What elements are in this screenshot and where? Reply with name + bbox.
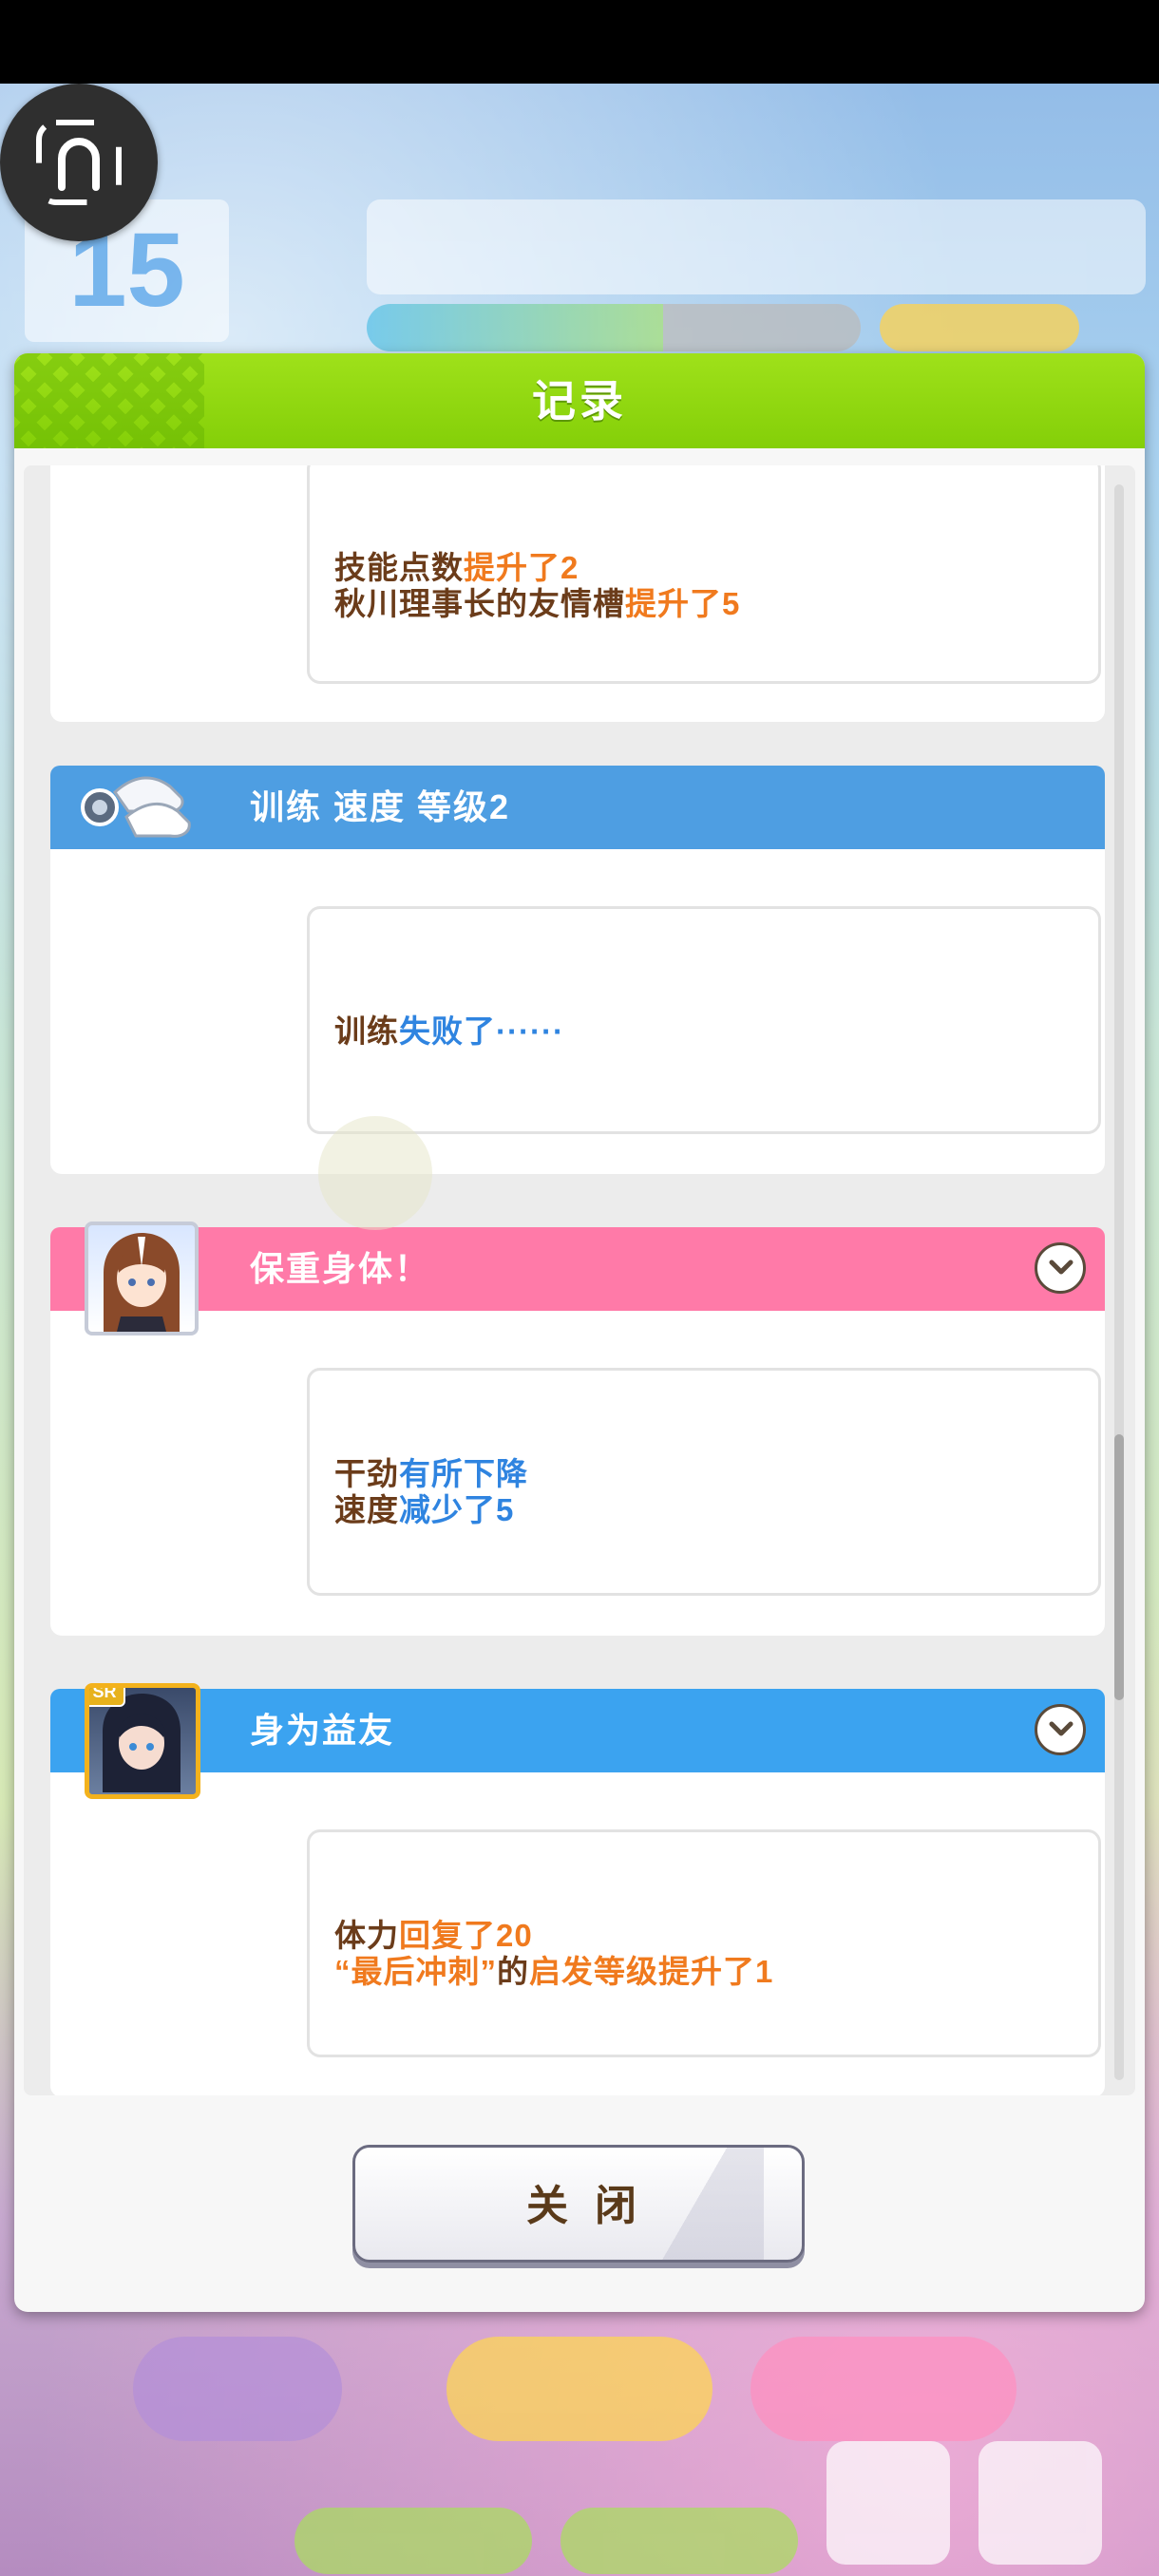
scrollbar-thumb[interactable]	[1114, 1434, 1124, 1700]
bottom-hud-blurred	[0, 2318, 1159, 2576]
entry-line: 秋川理事长的友情槽提升了5	[334, 578, 740, 624]
hud-button	[880, 304, 1079, 351]
hud-log-button	[826, 2441, 950, 2565]
entry-text-part: 秋川理事长的友情槽	[334, 586, 625, 621]
entry-text-part: 失败了······	[399, 1013, 564, 1049]
entry-text-part: “最后冲刺”	[334, 1954, 497, 1989]
hud-menu-button	[978, 2441, 1102, 2565]
record-entry: SR 身为益友 体力回复了20 “最后冲刺”的启发等级提升了1	[50, 1683, 1105, 2095]
chevron-down-icon	[1049, 1721, 1074, 1736]
expand-button[interactable]	[1035, 1704, 1086, 1755]
entry-text-part: 启发等级提升了1	[529, 1954, 774, 1989]
hud-info-panel	[367, 199, 1146, 294]
entry-text-part: 训练	[334, 1013, 399, 1049]
record-entry: 技能点数提升了2 秋川理事长的友情槽提升了5	[50, 465, 1105, 722]
entry-header: 训练 速度 等级2	[50, 766, 1105, 849]
hud-pill-purple	[133, 2337, 342, 2441]
record-list[interactable]: 技能点数提升了2 秋川理事长的友情槽提升了5 训练 速度 等级2 训练失败了··…	[24, 465, 1135, 2095]
record-entry: 训练 速度 等级2 训练失败了······	[50, 766, 1105, 1174]
entry-text-part: 速度	[334, 1492, 399, 1527]
entry-text-part: 的	[497, 1954, 529, 1989]
screenshot-camera-button[interactable]	[0, 84, 158, 241]
hud-energy-bar	[367, 304, 861, 351]
close-button[interactable]: 关闭	[352, 2145, 805, 2263]
entry-detail-box: 体力回复了20 “最后冲刺”的启发等级提升了1	[307, 1829, 1101, 2057]
close-button-label: 关闭	[526, 2183, 663, 2229]
hud-pill-green	[294, 2508, 532, 2574]
star-effect	[318, 1116, 432, 1230]
entry-title: 保重身体！	[250, 1249, 431, 1288]
dialog-header: 记录	[14, 353, 1145, 448]
horseshoe-icon	[36, 120, 122, 205]
entry-detail-box: 技能点数提升了2 秋川理事长的友情槽提升了5	[307, 465, 1101, 684]
entry-header: 保重身体！	[50, 1222, 1105, 1335]
entry-line: “最后冲刺”的启发等级提升了1	[334, 1946, 773, 1992]
entry-line: 速度减少了5	[334, 1485, 514, 1530]
entry-detail-box: 干劲有所下降 速度减少了5	[307, 1368, 1101, 1596]
entry-line: 训练失败了······	[334, 1006, 564, 1051]
expand-button[interactable]	[1035, 1242, 1086, 1294]
character-portrait	[85, 1222, 199, 1335]
top-hud-blurred: 15	[25, 161, 1146, 351]
dialog-title: 记录	[532, 376, 627, 426]
record-entry: 保重身体！ 干劲有所下降 速度减少了5	[50, 1222, 1105, 1636]
hud-pill-green-2	[560, 2508, 798, 2574]
status-bar	[0, 0, 1159, 84]
entry-title: 身为益友	[250, 1711, 395, 1750]
hud-pill-pink	[750, 2337, 1016, 2441]
chevron-down-icon	[1049, 1260, 1074, 1275]
training-shoes-icon	[79, 754, 191, 866]
hud-pill-yellow	[446, 2337, 712, 2441]
record-dialog: 记录 技能点数提升了2 秋川理事长的友情槽提升了5 训练 速度 等级2 训练失败…	[14, 353, 1145, 2312]
entry-text-part: 减少了5	[399, 1492, 515, 1527]
scrollbar[interactable]	[1114, 484, 1124, 2080]
entry-text-part: 提升了5	[625, 586, 741, 621]
entry-header: SR 身为益友	[50, 1683, 1105, 1799]
entry-title: 训练 速度 等级2	[250, 787, 511, 826]
entry-detail-box: 训练失败了······	[307, 906, 1101, 1134]
support-card-portrait: SR	[85, 1683, 200, 1799]
rarity-badge: SR	[89, 1688, 125, 1707]
